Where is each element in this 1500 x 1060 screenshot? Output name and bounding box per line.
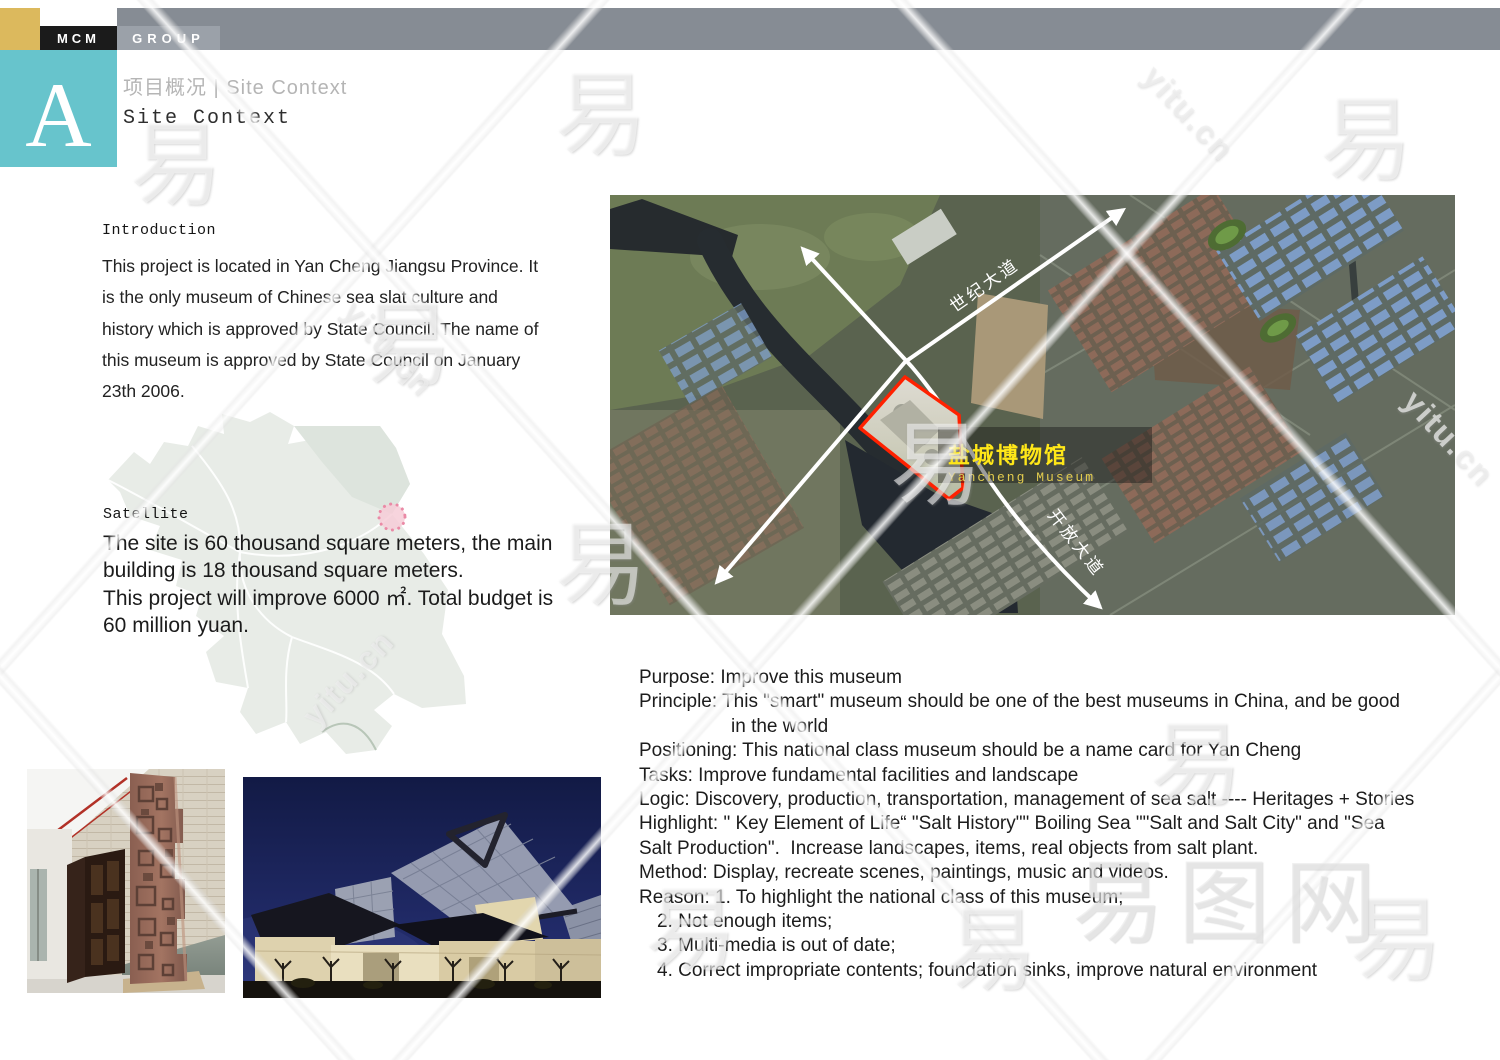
introduction-line: This project is located in Yan Cheng Jia… xyxy=(102,251,582,282)
brief-line: in the world xyxy=(731,715,1489,739)
section-letter-badge: A xyxy=(0,50,117,167)
site-label-cn: 盐城博物馆 xyxy=(948,443,1068,468)
page-title: Site Context xyxy=(123,107,291,130)
satellite-line: This project will improve 6000 ㎡. Total … xyxy=(103,585,623,612)
entrance-column-photo xyxy=(27,769,225,993)
satellite-section: Satellite The site is 60 thousand square… xyxy=(103,506,623,640)
project-brief: Purpose: Improve this museum Principle: … xyxy=(639,666,1489,983)
satellite-line: building is 18 thousand square meters. xyxy=(103,557,623,584)
watermark-glyph: 易 xyxy=(1320,95,1412,187)
watermark-glyph: 易 xyxy=(555,70,647,162)
brief-line: Positioning: This national class museum … xyxy=(639,739,1489,763)
brief-line: Principle: This "smart" museum should be… xyxy=(639,690,1489,714)
brief-line: 2. Not enough items; xyxy=(657,910,1489,934)
gold-accent-block xyxy=(0,8,40,50)
introduction-heading: Introduction xyxy=(102,222,582,239)
brief-line: 3. Multi-media is out of date; xyxy=(657,934,1489,958)
top-bar xyxy=(117,8,1500,50)
brief-line: Logic: Discovery, production, transporta… xyxy=(639,788,1489,812)
breadcrumb: 项目概况 | Site Context xyxy=(123,71,347,100)
satellite-map: 盐城博物馆 Yancheng Museum 世纪大道 开放大道 xyxy=(610,195,1455,615)
brief-line: Method: Display, recreate scenes, painti… xyxy=(639,861,1489,885)
museum-building-photo xyxy=(243,777,601,998)
brief-line: Purpose: Improve this museum xyxy=(639,666,1489,690)
satellite-line: 60 million yuan. xyxy=(103,612,623,639)
brief-line: Reason: 1. To highlight the national cla… xyxy=(639,886,1489,910)
site-label-en: Yancheng Museum xyxy=(948,470,1095,485)
brief-line: Tasks: Improve fundamental facilities an… xyxy=(639,764,1489,788)
brief-line: 4. Correct impropriate contents; foundat… xyxy=(657,959,1489,983)
brief-line: Highlight: " Key Element of Life“ "Salt … xyxy=(639,812,1489,836)
satellite-line: The site is 60 thousand square meters, t… xyxy=(103,530,623,557)
watermark-glyph: 易 xyxy=(130,120,222,212)
introduction-line: is the only museum of Chinese sea slat c… xyxy=(102,282,582,313)
logo-mcm: MCM xyxy=(40,26,117,50)
introduction-line: 23th 2006. xyxy=(102,376,582,407)
presentation-page: MCM GROUP A 项目概况 | Site Context Site Con… xyxy=(0,0,1500,1060)
introduction-line: history which is approved by State Counc… xyxy=(102,314,582,345)
brief-line: Salt Production". Increase landscapes, i… xyxy=(639,837,1489,861)
introduction-section: Introduction This project is located in … xyxy=(102,222,582,407)
logo-group: GROUP xyxy=(117,26,220,50)
satellite-heading: Satellite xyxy=(103,506,623,523)
watermark-url: yitu.cn xyxy=(1135,58,1242,169)
introduction-line: this museum is approved by State Council… xyxy=(102,345,582,376)
